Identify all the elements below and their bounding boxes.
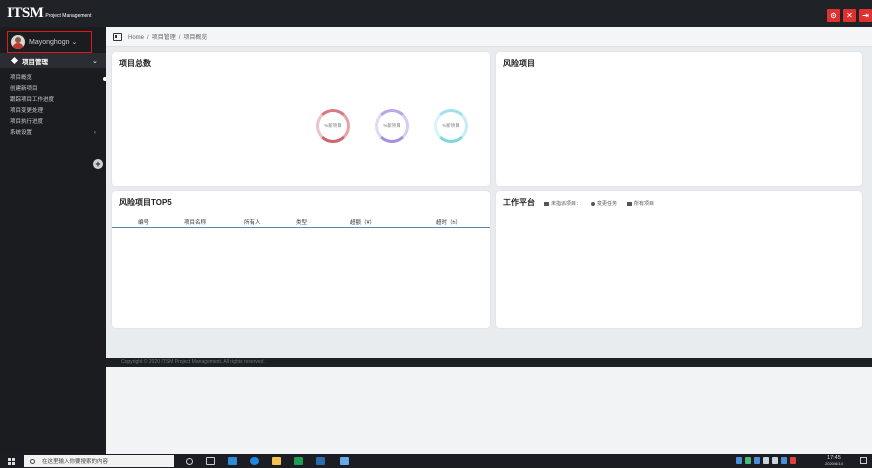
power-button[interactable]: ⊙ bbox=[827, 9, 840, 22]
card-title: 工作平台 bbox=[503, 198, 535, 207]
menu-bullet-icon bbox=[10, 56, 19, 65]
edge-icon[interactable] bbox=[228, 457, 237, 465]
tray-icon[interactable] bbox=[736, 457, 742, 464]
notification-icon[interactable] bbox=[860, 457, 867, 464]
breadcrumb: Home / 项目管理 / 项目概览 bbox=[128, 35, 208, 41]
card-project-total: 项目总数 %新项目 %新项目 %新项目 bbox=[112, 52, 490, 186]
donut-chart: %新项目 bbox=[434, 109, 468, 143]
menu-title: 项目管理 bbox=[22, 58, 48, 66]
card-title: 风险项目 bbox=[503, 59, 535, 68]
sidebar-toggle-icon[interactable] bbox=[113, 32, 122, 41]
sidebar-item-progress[interactable]: 项目执行进度 bbox=[10, 117, 54, 128]
sidebar-item-track[interactable]: 跟踪项目工作进度 bbox=[10, 95, 54, 106]
user-name: Mayonghogn ⌄ bbox=[29, 39, 78, 46]
gear-icon bbox=[591, 201, 596, 206]
link-change-tasks[interactable]: 变更任务 bbox=[591, 200, 617, 207]
lower-area bbox=[106, 367, 872, 454]
tray-icon[interactable] bbox=[772, 457, 778, 464]
chevron-left-icon: ‹ bbox=[94, 130, 96, 136]
sidebar-item-overview[interactable]: 项目概览 bbox=[10, 73, 54, 84]
tray-icon[interactable] bbox=[790, 457, 796, 464]
column-header[interactable]: 类型 bbox=[296, 218, 307, 226]
search-icon bbox=[30, 458, 35, 464]
folder-icon bbox=[544, 201, 549, 206]
chevron-down-icon: ⌄ bbox=[92, 58, 98, 65]
card-title: 风险项目TOP5 bbox=[119, 198, 172, 207]
excel-icon[interactable] bbox=[294, 457, 303, 465]
taskbar-clock[interactable]: 17:45 2020/6/14 bbox=[825, 455, 843, 467]
breadcrumb-current: 项目概览 bbox=[183, 35, 208, 41]
avatar bbox=[11, 35, 25, 49]
workbench-links: 未指派项目： 变更任务 所有项目 bbox=[544, 200, 654, 207]
column-header[interactable]: 编号 bbox=[138, 218, 149, 226]
system-tray bbox=[736, 457, 796, 464]
card-title: 项目总数 bbox=[119, 59, 151, 68]
tray-icon[interactable] bbox=[763, 457, 769, 464]
link-unassigned[interactable]: 未指派项目： bbox=[544, 200, 581, 207]
sidebar-item-settings[interactable]: 系统设置 ‹ bbox=[10, 128, 96, 139]
word-icon[interactable] bbox=[316, 457, 325, 465]
link-all-projects[interactable]: 所有项目 bbox=[627, 200, 654, 207]
card-risk-projects: 风险项目 bbox=[496, 52, 862, 186]
list-icon bbox=[627, 201, 633, 206]
sidebar-submenu: 项目概览 创建新项目 跟踪项目工作进度 项目变更处理 项目执行进度 系统设置 ‹ bbox=[10, 73, 96, 139]
ie-icon[interactable] bbox=[250, 457, 259, 465]
task-view-icon[interactable] bbox=[206, 457, 215, 465]
footer: Copyright © 2020 ITSM Project Management… bbox=[106, 358, 872, 367]
donut-chart: %新项目 bbox=[375, 109, 409, 143]
donut-chart: %新项目 bbox=[316, 109, 350, 143]
breadcrumb-project[interactable]: 项目管理 bbox=[152, 35, 176, 41]
user-profile[interactable]: Mayonghogn ⌄ bbox=[7, 31, 92, 53]
main-content: 项目总数 %新项目 %新项目 %新项目 风险项目 风险项目TOP5 编号 项目名… bbox=[106, 48, 872, 358]
top-bar: ITSM Project Management ⊙ ✕ ⇥ bbox=[0, 0, 872, 27]
add-button[interactable]: + bbox=[93, 159, 103, 169]
close-button[interactable]: ✕ bbox=[843, 9, 856, 22]
column-header[interactable]: 超时（h） bbox=[436, 218, 461, 226]
column-header[interactable]: 超额（¥） bbox=[350, 218, 375, 226]
logout-button[interactable]: ⇥ bbox=[859, 9, 872, 22]
breadcrumb-home[interactable]: Home bbox=[128, 35, 144, 41]
snipping-tool-icon[interactable] bbox=[340, 457, 349, 465]
card-risk-top5: 风险项目TOP5 编号 项目名称 所有人 类型 超额（¥） 超时（h） bbox=[112, 191, 490, 328]
column-header[interactable]: 所有人 bbox=[244, 218, 261, 226]
sidebar-item-change[interactable]: 项目变更处理 bbox=[10, 106, 54, 117]
sidebar-menu-project[interactable]: 项目管理 ⌄ bbox=[0, 53, 106, 68]
table-header: 编号 项目名称 所有人 类型 超额（¥） 超时（h） bbox=[112, 216, 490, 228]
cortana-icon[interactable] bbox=[186, 458, 193, 465]
windows-start-icon[interactable] bbox=[8, 458, 15, 465]
column-header[interactable]: 项目名称 bbox=[184, 218, 206, 226]
card-workbench: 工作平台 未指派项目： 变更任务 所有项目 bbox=[496, 191, 862, 328]
tray-icon[interactable] bbox=[781, 457, 787, 464]
folder-icon[interactable] bbox=[272, 457, 281, 465]
os-taskbar: 在这里输入你要搜索的内容 17:45 2020/6/14 bbox=[0, 454, 872, 468]
sidebar-item-create[interactable]: 创建新项目 bbox=[10, 84, 54, 95]
tray-icon[interactable] bbox=[745, 457, 751, 464]
tray-icon[interactable] bbox=[754, 457, 760, 464]
search-placeholder: 在这里输入你要搜索的内容 bbox=[42, 459, 109, 465]
sidebar: Mayonghogn ⌄ 项目管理 ⌄ 项目概览 创建新项目 跟踪项目工作进度 … bbox=[0, 27, 107, 454]
taskbar-search[interactable]: 在这里输入你要搜索的内容 bbox=[24, 455, 174, 467]
app-logo[interactable]: ITSM Project Management bbox=[7, 5, 91, 24]
breadcrumb-bar: Home / 项目管理 / 项目概览 bbox=[106, 27, 872, 47]
